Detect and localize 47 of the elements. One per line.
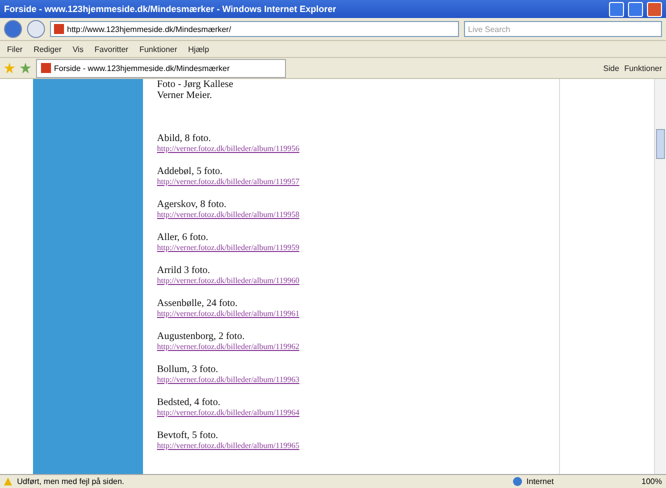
back-button[interactable]: [4, 20, 22, 38]
toolbar-button[interactable]: Side: [603, 64, 620, 72]
favicon-icon: [41, 63, 51, 73]
album-link[interactable]: http://verner.fotoz.dk/billeder/album/119959: [157, 243, 545, 253]
forward-button[interactable]: [27, 20, 45, 38]
address-field[interactable]: http://www.123hjemmeside.dk/Mindesmærker/: [50, 21, 459, 37]
menu-item[interactable]: Hjælp: [185, 44, 212, 54]
warning-icon: [4, 478, 12, 486]
menu-item[interactable]: Rediger: [30, 44, 65, 54]
album-link[interactable]: http://verner.fotoz.dk/billeder/album/119960: [157, 276, 545, 286]
album-title: Bollum, 3 foto.: [157, 364, 220, 375]
album-link[interactable]: http://verner.fotoz.dk/billeder/album/119965: [157, 441, 545, 451]
toolbar-button[interactable]: Funktioner: [624, 64, 662, 72]
close-button[interactable]: [647, 2, 662, 16]
maximize-button[interactable]: [628, 2, 643, 16]
globe-icon: [512, 477, 522, 486]
scrollbar-thumb[interactable]: [656, 129, 665, 159]
intro-text: Verner Meier.: [157, 90, 213, 101]
album-title: Assenbølle, 24 foto.: [157, 298, 239, 309]
album-title: Bevtoft, 5 foto.: [157, 430, 220, 441]
album-title: Bedsted, 4 foto.: [157, 397, 222, 408]
album-title: Arrild 3 foto.: [157, 265, 212, 276]
status-message: Udført, men med fejl på siden.: [17, 477, 126, 486]
intro-text: Foto - Jørg Kallese: [157, 79, 234, 90]
menu-item[interactable]: Filer: [4, 44, 26, 54]
album-link[interactable]: http://verner.fotoz.dk/billeder/album/119963: [157, 375, 545, 385]
album-link[interactable]: http://verner.fotoz.dk/billeder/album/119962: [157, 342, 545, 352]
album-title: Abild, 8 foto.: [157, 133, 212, 144]
menu-item[interactable]: Funktioner: [136, 44, 180, 54]
zoom-level[interactable]: 100%: [642, 477, 662, 486]
window-title: Forside - www.123hjemmeside.dk/Mindesmærker - Windows Internet Explorer: [4, 4, 338, 14]
album-link[interactable]: http://verner.fotoz.dk/billeder/album/119961: [157, 309, 545, 319]
album-title: Agerskov, 8 foto.: [157, 199, 228, 210]
album-title: Addebøl, 5 foto.: [157, 166, 224, 177]
album-link[interactable]: http://verner.fotoz.dk/billeder/album/119956: [157, 144, 545, 154]
album-title: Aller, 6 foto.: [157, 232, 210, 243]
scrollbar[interactable]: [654, 79, 666, 474]
album-link[interactable]: http://verner.fotoz.dk/billeder/album/119957: [157, 177, 545, 187]
zone-label: Internet: [526, 477, 555, 486]
minimize-button[interactable]: [609, 2, 624, 16]
menu-item[interactable]: Favoritter: [92, 44, 132, 54]
menu-item[interactable]: Vis: [70, 44, 87, 54]
favicon-icon: [54, 24, 64, 34]
album-title: Augustenborg, 2 foto.: [157, 331, 246, 342]
album-link[interactable]: http://verner.fotoz.dk/billeder/album/119964: [157, 408, 545, 418]
album-link[interactable]: http://verner.fotoz.dk/billeder/album/119958: [157, 210, 545, 220]
browser-tab[interactable]: Forside - www.123hjemmeside.dk/Mindesmærker: [36, 58, 286, 78]
